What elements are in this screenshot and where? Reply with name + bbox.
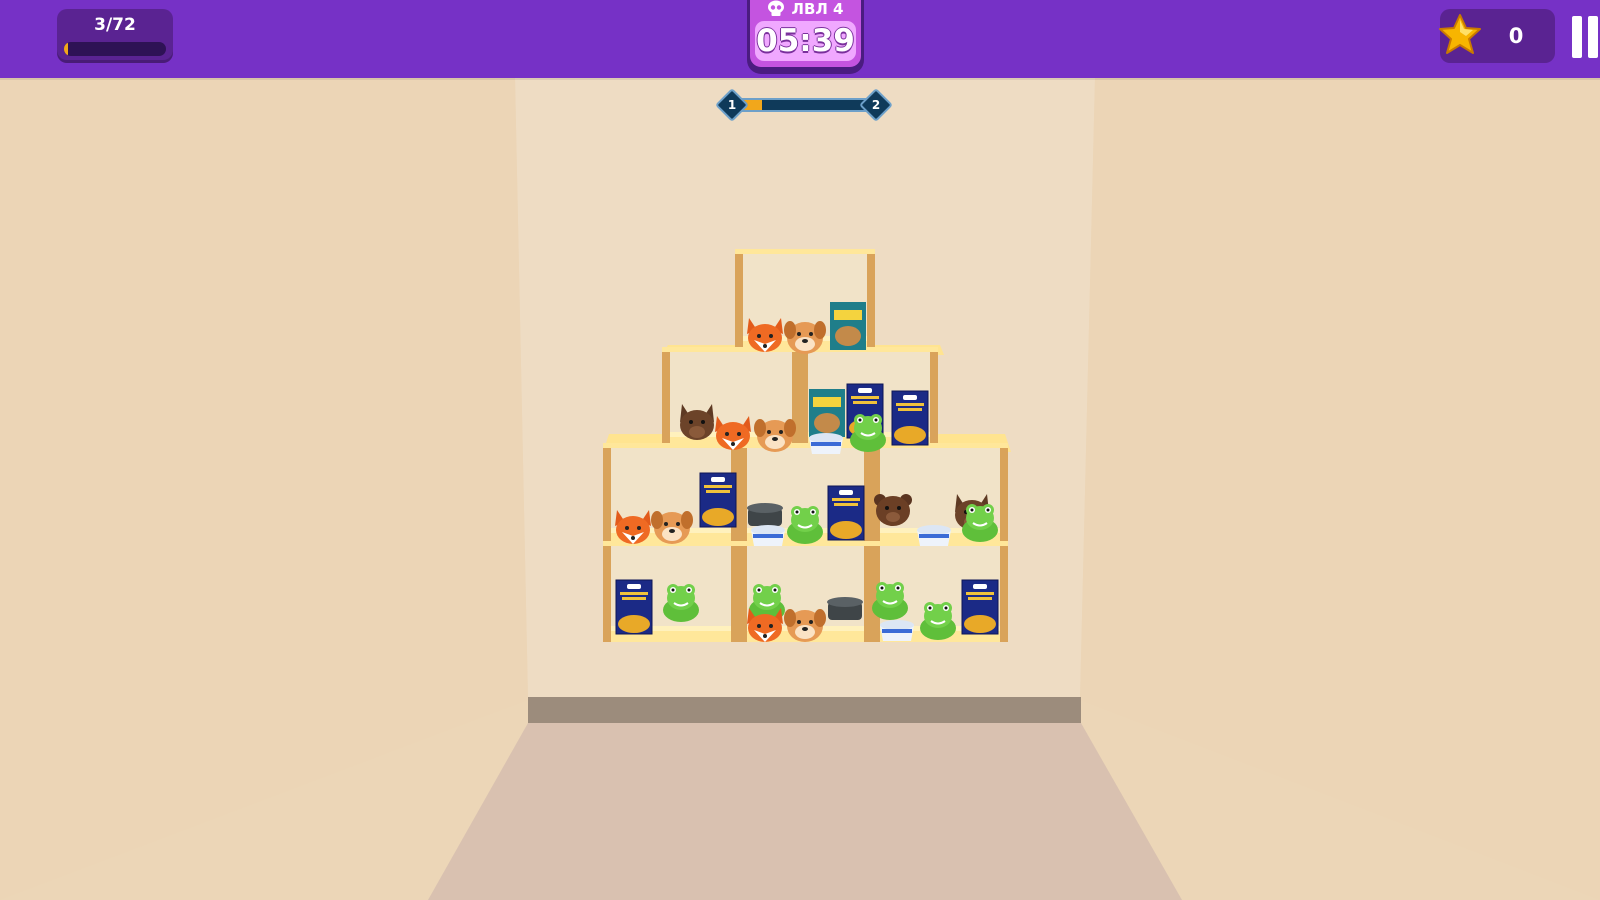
- items-progress-fill: [64, 42, 69, 56]
- pause-icon: [1572, 16, 1582, 58]
- skull-icon: [768, 0, 785, 16]
- items-progress-text: 3/72: [94, 15, 136, 35]
- stage-end-label: 2: [871, 98, 881, 112]
- top-bar: 3/72 ЛВЛ 4 05:39 0: [0, 0, 1600, 78]
- level-label: ЛВЛ 4: [791, 0, 844, 18]
- back-wall: [515, 78, 1095, 700]
- countdown-timer: 05:39: [755, 21, 856, 61]
- stage-start-label: 1: [727, 98, 737, 112]
- stage-progress-track: [736, 98, 872, 112]
- star-counter-panel: 0: [1439, 9, 1555, 63]
- floor: [428, 723, 1182, 900]
- level-tag: ЛВЛ 4: [750, 0, 861, 22]
- game-room-background: [0, 0, 1600, 900]
- pause-button[interactable]: [1572, 16, 1600, 58]
- floor-ledge: [528, 697, 1081, 723]
- level-timer-box: ЛВЛ 4 05:39: [747, 0, 864, 70]
- star-icon: [1439, 14, 1481, 54]
- star-count: 0: [1508, 24, 1524, 48]
- level-progress-panel: 3/72: [57, 9, 173, 63]
- stage-progress-bar: 1 2: [715, 88, 893, 122]
- items-progress-track: [64, 42, 166, 56]
